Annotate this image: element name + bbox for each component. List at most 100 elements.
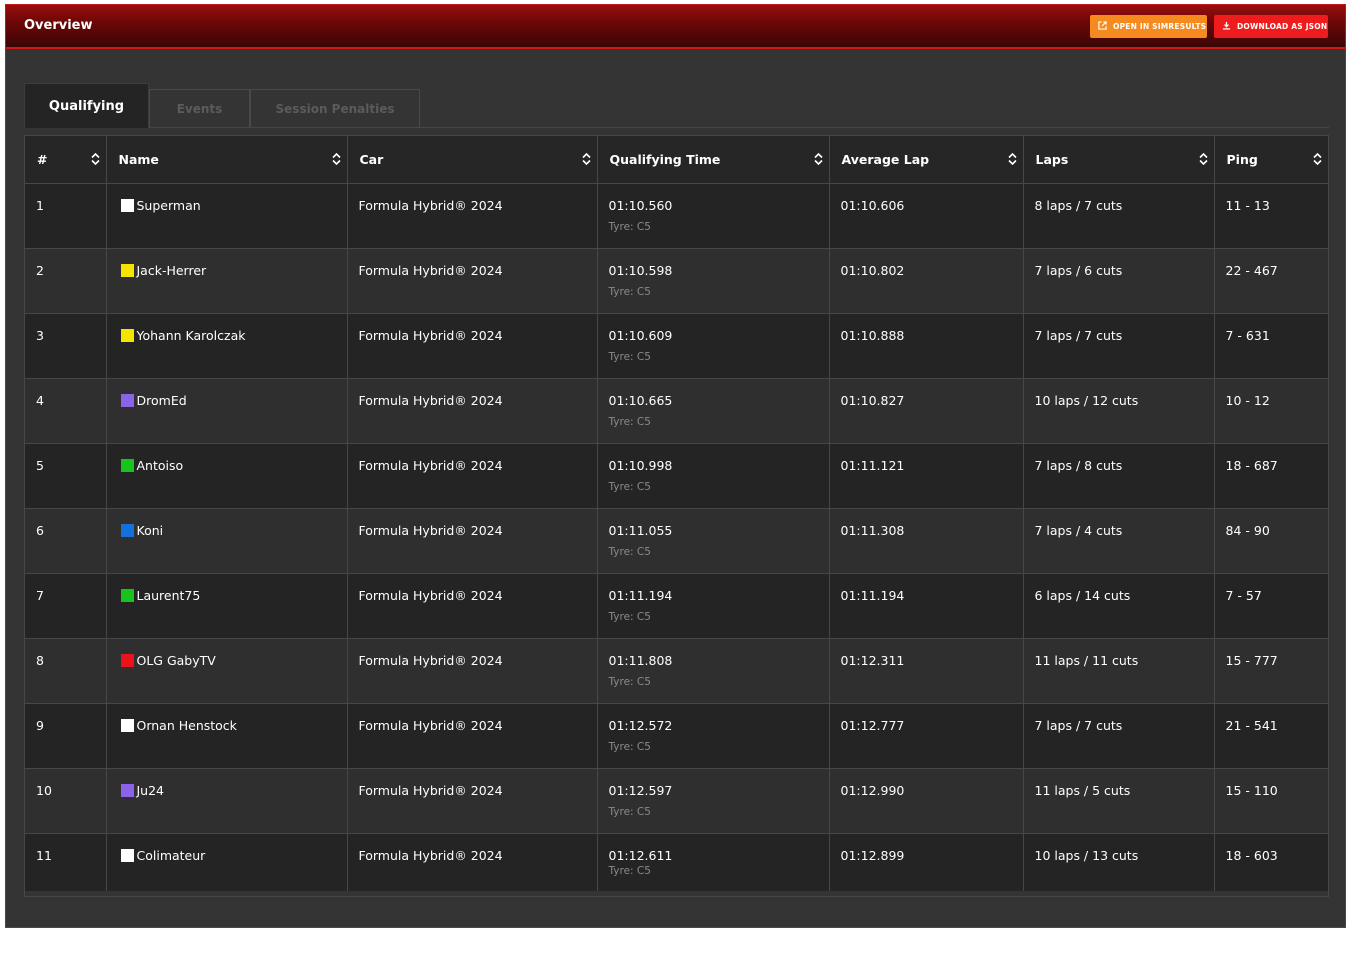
tab-session-penalties[interactable]: Session Penalties	[250, 89, 420, 127]
driver-color-swatch	[120, 458, 134, 472]
tyre-compound: Tyre: C5	[608, 480, 651, 493]
cell-qualifying-time: 01:11.194 Tyre: C5	[597, 573, 830, 639]
cell-average-lap: 01:12.777	[829, 703, 1024, 769]
sort-icon[interactable]	[90, 152, 100, 166]
driver-color-swatch	[120, 718, 134, 732]
cell-car: Formula Hybrid® 2024	[347, 443, 598, 509]
table-row[interactable]: 2 Jack-Herrer Formula Hybrid® 2024 01:10.59…	[25, 248, 1328, 314]
tyre-compound: Tyre: C5	[608, 610, 651, 623]
sort-icon[interactable]	[331, 152, 341, 166]
cell-position: 7	[25, 573, 107, 639]
qualifying-time: 01:12.611	[608, 847, 673, 863]
column-header-label: Qualifying Time	[609, 151, 721, 167]
cell-laps: 10 laps / 13 cuts	[1023, 833, 1215, 891]
table-row[interactable]: 11 Colimateur Formula Hybrid® 2024 01:12.61…	[25, 833, 1328, 891]
cell-average-lap: 01:11.194	[829, 573, 1024, 639]
download-json-button[interactable]: DOWNLOAD AS JSON	[1214, 15, 1328, 38]
cell-position: 1	[25, 183, 107, 249]
download-icon	[1222, 21, 1231, 33]
table-header-row: # Name Car Qualifying Time Average Lap Laps Pi…	[25, 136, 1328, 184]
cell-qualifying-time: 01:10.598 Tyre: C5	[597, 248, 830, 314]
table-row[interactable]: 3 Yohann Karolczak Formula Hybrid® 2024 01:…	[25, 313, 1328, 379]
cell-car: Formula Hybrid® 2024	[347, 508, 598, 574]
driver-color-swatch	[120, 653, 134, 667]
table-row[interactable]: 4 DromEd Formula Hybrid® 2024 01:10.665 Tyre…	[25, 378, 1328, 444]
column-header-label: Ping	[1226, 151, 1258, 167]
column-header-ping[interactable]: Ping	[1214, 136, 1328, 184]
sort-icon[interactable]	[1198, 152, 1208, 166]
driver-color-swatch	[120, 783, 134, 797]
cell-position: 5	[25, 443, 107, 509]
cell-ping: 7 - 57	[1214, 573, 1328, 639]
cell-average-lap: 01:12.990	[829, 768, 1024, 834]
tab-events[interactable]: Events	[149, 89, 250, 127]
table-row[interactable]: 1 Superman Formula Hybrid® 2024 01:10.560 Ty…	[25, 183, 1328, 249]
sort-icon[interactable]	[813, 152, 823, 166]
cell-car: Formula Hybrid® 2024	[347, 768, 598, 834]
driver-name: Koni	[136, 522, 164, 538]
cell-ping: 10 - 12	[1214, 378, 1328, 444]
cell-ping: 18 - 603	[1214, 833, 1328, 891]
cell-car: Formula Hybrid® 2024	[347, 313, 598, 379]
sort-icon[interactable]	[581, 152, 591, 166]
column-header-label: Car	[359, 151, 384, 167]
cell-car: Formula Hybrid® 2024	[347, 638, 598, 704]
cell-average-lap: 01:10.802	[829, 248, 1024, 314]
tab-qualifying[interactable]: Qualifying	[24, 83, 149, 128]
driver-name: Colimateur	[136, 847, 206, 863]
column-header-position[interactable]: #	[25, 136, 107, 184]
cell-name: Antoiso	[106, 443, 348, 509]
download-json-label: DOWNLOAD AS JSON	[1237, 22, 1328, 31]
driver-name: Superman	[136, 197, 201, 213]
tyre-compound: Tyre: C5	[608, 285, 651, 298]
driver-name: OLG GabyTV	[136, 652, 216, 668]
cell-average-lap: 01:10.888	[829, 313, 1024, 379]
cell-position: 10	[25, 768, 107, 834]
column-header-label: Name	[118, 151, 159, 167]
table-row[interactable]: 7 Laurent75 Formula Hybrid® 2024 01:11.194 T…	[25, 573, 1328, 639]
cell-qualifying-time: 01:10.560 Tyre: C5	[597, 183, 830, 249]
cell-laps: 7 laps / 7 cuts	[1023, 313, 1215, 379]
cell-position: 8	[25, 638, 107, 704]
open-in-simresults-button[interactable]: OPEN IN SIMRESULTS	[1090, 15, 1207, 38]
table-row[interactable]: 6 Koni Formula Hybrid® 2024 01:11.055 Tyre: …	[25, 508, 1328, 574]
driver-name: Antoiso	[136, 457, 184, 473]
qualifying-time: 01:11.808	[608, 652, 673, 668]
driver-color-swatch	[120, 523, 134, 537]
cell-position: 6	[25, 508, 107, 574]
driver-name: Laurent75	[136, 587, 201, 603]
qualifying-time: 01:11.055	[608, 522, 673, 538]
qualifying-results-table: # Name Car Qualifying Time Average Lap Laps Pi…	[25, 136, 1328, 891]
driver-color-swatch	[120, 393, 134, 407]
qualifying-time: 01:10.560	[608, 197, 673, 213]
cell-ping: 7 - 631	[1214, 313, 1328, 379]
column-header-car[interactable]: Car	[347, 136, 598, 184]
driver-color-swatch	[120, 263, 134, 277]
column-header-average-lap[interactable]: Average Lap	[829, 136, 1024, 184]
cell-qualifying-time: 01:11.808 Tyre: C5	[597, 638, 830, 704]
open-in-simresults-label: OPEN IN SIMRESULTS	[1113, 22, 1207, 31]
cell-car: Formula Hybrid® 2024	[347, 248, 598, 314]
table-row[interactable]: 10 Ju24 Formula Hybrid® 2024 01:12.597 Tyre:…	[25, 768, 1328, 834]
sort-icon[interactable]	[1313, 152, 1322, 166]
cell-qualifying-time: 01:12.597 Tyre: C5	[597, 768, 830, 834]
table-row[interactable]: 5 Antoiso Formula Hybrid® 2024 01:10.998 Tyr…	[25, 443, 1328, 509]
qualifying-time: 01:10.598	[608, 262, 673, 278]
column-header-qualifying-time[interactable]: Qualifying Time	[597, 136, 830, 184]
table-row[interactable]: 9 Ornan Henstock Formula Hybrid® 2024 01:12…	[25, 703, 1328, 769]
table-row[interactable]: 8 OLG GabyTV Formula Hybrid® 2024 01:11.808…	[25, 638, 1328, 704]
column-header-label: Laps	[1035, 151, 1069, 167]
qualifying-time: 01:12.597	[608, 782, 673, 798]
qualifying-time: 01:10.665	[608, 392, 673, 408]
table-body: 1 Superman Formula Hybrid® 2024 01:10.560 Ty…	[25, 183, 1328, 891]
qualifying-time: 01:12.572	[608, 717, 673, 733]
column-header-name[interactable]: Name	[106, 136, 348, 184]
cell-average-lap: 01:11.308	[829, 508, 1024, 574]
sort-icon[interactable]	[1007, 152, 1017, 166]
cell-position: 3	[25, 313, 107, 379]
cell-position: 9	[25, 703, 107, 769]
cell-name: Laurent75	[106, 573, 348, 639]
column-header-laps[interactable]: Laps	[1023, 136, 1215, 184]
cell-name: Colimateur	[106, 833, 348, 891]
cell-qualifying-time: 01:12.572 Tyre: C5	[597, 703, 830, 769]
